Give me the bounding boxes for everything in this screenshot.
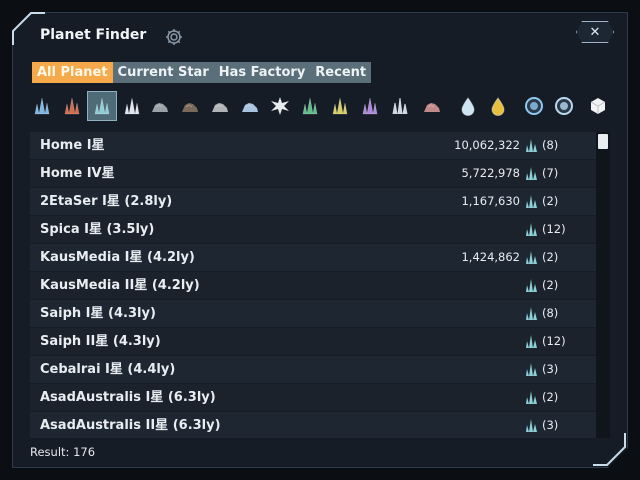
table-row[interactable]: KausMedia II星 (4.2ly) (2) — [30, 272, 596, 299]
crystal-icon — [526, 363, 537, 376]
crystal-icon — [526, 195, 537, 208]
vein-count: (8) — [542, 138, 559, 152]
oil-drop-icon[interactable] — [484, 92, 512, 120]
vein-count: (2) — [542, 194, 559, 208]
green-crystal-icon[interactable] — [296, 92, 324, 120]
vein-count: (12) — [542, 334, 566, 348]
stone-ore-icon[interactable] — [206, 92, 234, 120]
scrollbar[interactable] — [596, 132, 610, 438]
resource-amount: 1,167,630 — [461, 194, 520, 208]
vein-count: (2) — [542, 250, 559, 264]
scrollbar-thumb[interactable] — [598, 134, 608, 149]
dark-ore-icon[interactable] — [176, 92, 204, 120]
crystal-icon — [526, 335, 537, 348]
tab-recent[interactable]: Recent — [310, 62, 371, 83]
resource-amount: 1,424,862 — [461, 250, 520, 264]
window-title: Planet Finder — [40, 27, 147, 43]
white-crystal-icon[interactable] — [118, 92, 146, 120]
vein-count: (12) — [542, 222, 566, 236]
table-row[interactable]: Saiph II星 (4.3ly) (12) — [30, 328, 596, 355]
crystal-icon — [526, 251, 537, 264]
table-row[interactable]: 2EtaSer I星 (2.8ly) 1,167,630 (2) — [30, 188, 596, 215]
gear-icon[interactable] — [164, 27, 184, 47]
vein-count: (8) — [542, 306, 559, 320]
tab-all-planet[interactable]: All Planet — [32, 62, 113, 83]
table-row[interactable]: AsadAustralis II星 (6.3ly) (3) — [30, 412, 596, 438]
crystal-icon — [526, 223, 537, 236]
vein-count: (2) — [542, 390, 559, 404]
crystal-icon — [526, 391, 537, 404]
vein-count: (3) — [542, 418, 559, 432]
planet-name: Saiph II星 (4.3ly) — [40, 334, 161, 349]
table-row[interactable]: Home I星 10,062,322 (8) — [30, 132, 596, 159]
silicon-ore-icon[interactable] — [236, 92, 264, 120]
tab-current-star[interactable]: Current Star — [113, 62, 214, 83]
vein-count: (2) — [542, 278, 559, 292]
table-row[interactable]: Cebalrai I星 (4.4ly) (3) — [30, 356, 596, 383]
water-drop-icon[interactable] — [454, 92, 482, 120]
yellow-crystal-icon[interactable] — [326, 92, 354, 120]
planet-name: KausMedia I星 (4.2ly) — [40, 250, 195, 265]
table-row[interactable]: AsadAustralis I星 (6.3ly) (2) — [30, 384, 596, 411]
planet-name: Home IV星 — [40, 166, 115, 181]
vein-count: (7) — [542, 166, 559, 180]
planet-name: Home I星 — [40, 138, 105, 153]
planet-name: Saiph I星 (4.3ly) — [40, 306, 156, 321]
table-row[interactable]: Spica I星 (3.5ly) (12) — [30, 216, 596, 243]
iron-ore-icon[interactable] — [146, 92, 174, 120]
vein-count: (3) — [542, 362, 559, 376]
filter-tabs: All Planet Current Star Has Factory Rece… — [32, 62, 372, 83]
table-row[interactable]: Home IV星 5,722,978 (7) — [30, 160, 596, 187]
blue-orb-icon[interactable] — [520, 92, 548, 120]
result-count: Result: 176 — [30, 445, 96, 459]
teal-crystal-icon[interactable] — [87, 91, 117, 121]
tab-has-factory[interactable]: Has Factory — [214, 62, 311, 83]
planet-name: AsadAustralis I星 (6.3ly) — [40, 390, 216, 405]
crystal-icon — [526, 139, 537, 152]
white-cube-icon[interactable] — [584, 92, 612, 120]
crystal-icon — [526, 307, 537, 320]
close-icon: ✕ — [589, 24, 601, 40]
red-ore-icon[interactable] — [418, 92, 446, 120]
close-button[interactable]: ✕ — [576, 21, 614, 43]
white-spire-icon[interactable] — [386, 92, 414, 120]
resource-amount: 5,722,978 — [461, 166, 520, 180]
crystal-icon — [526, 167, 537, 180]
crystal-icon — [526, 279, 537, 292]
resource-amount: 10,062,322 — [454, 138, 520, 152]
crystal-icon — [526, 419, 537, 432]
resource-filter-bar — [28, 91, 612, 121]
purple-crystal-icon[interactable] — [356, 92, 384, 120]
table-row[interactable]: Saiph I星 (4.3ly) (8) — [30, 300, 596, 327]
planet-list: Home I星 10,062,322 (8) Home IV星 5,722,978 (7)… — [30, 132, 596, 438]
red-crystal-icon[interactable] — [58, 92, 86, 120]
table-row[interactable]: KausMedia I星 (4.2ly) 1,424,862 (2) — [30, 244, 596, 271]
ringed-orb-icon[interactable] — [550, 92, 578, 120]
planet-name: AsadAustralis II星 (6.3ly) — [40, 418, 221, 433]
planet-name: KausMedia II星 (4.2ly) — [40, 278, 200, 293]
planet-name: 2EtaSer I星 (2.8ly) — [40, 194, 173, 209]
spiky-crystal-icon[interactable] — [266, 92, 294, 120]
planet-name: Spica I星 (3.5ly) — [40, 222, 155, 237]
blue-crystal-icon[interactable] — [28, 92, 56, 120]
planet-name: Cebalrai I星 (4.4ly) — [40, 362, 176, 377]
